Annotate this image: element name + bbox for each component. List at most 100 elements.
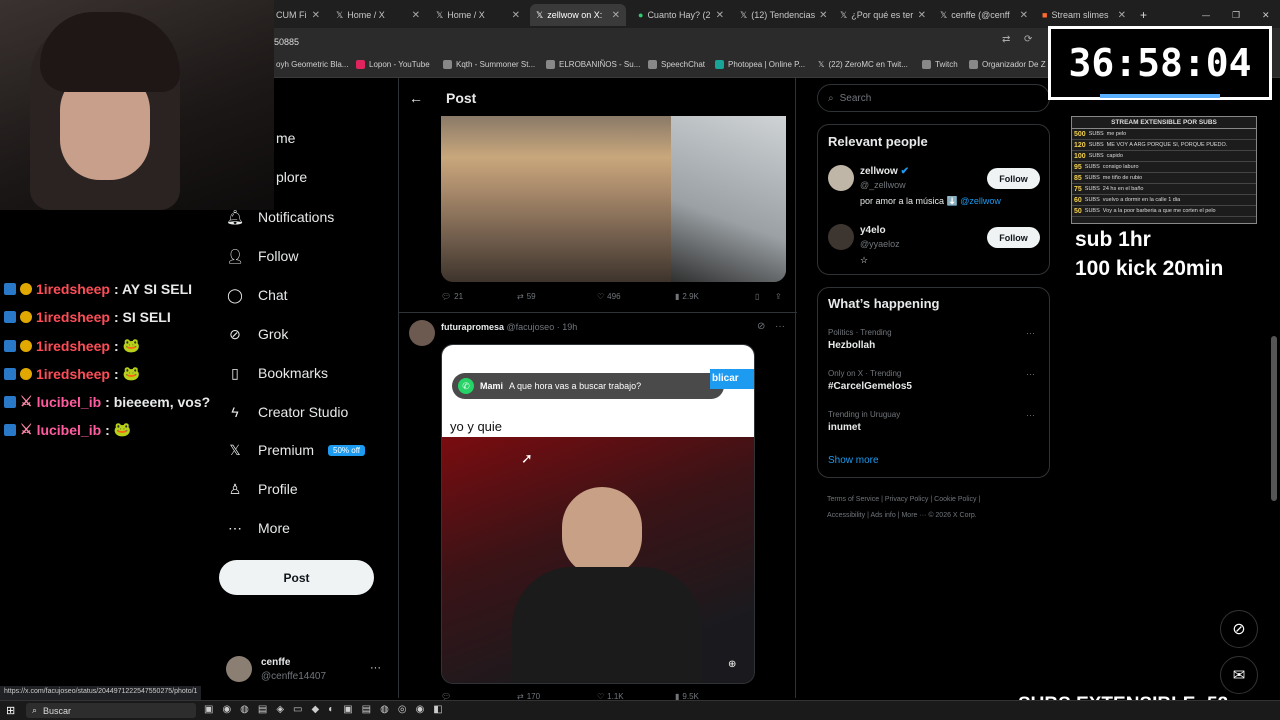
chat-message: 1iredsheep: 🐸 xyxy=(4,365,140,382)
avatar[interactable] xyxy=(226,656,252,682)
bookmark-item[interactable]: Photopea | Online P... xyxy=(715,60,805,69)
avatar[interactable] xyxy=(409,320,435,346)
bookmark-item[interactable]: 𝕏 (22) ZeroMC en Twit... xyxy=(818,60,908,69)
close-icon[interactable]: ✕ xyxy=(612,10,620,21)
show-more-link[interactable]: Show more xyxy=(828,455,879,466)
trend-item[interactable]: Politics · Trending Hezbollah xyxy=(828,328,892,351)
sword-icon: ⚔ xyxy=(20,393,33,409)
browser-tab[interactable]: CUM Fi ✕ xyxy=(270,4,326,26)
trend-more-icon[interactable]: ··· xyxy=(1026,410,1035,420)
trend-more-icon[interactable]: ··· xyxy=(1026,328,1035,338)
nav-creator-studio[interactable]: ϟ Creator Studio xyxy=(226,403,348,421)
person-name[interactable]: y4elo xyxy=(860,225,886,236)
bookmark-item[interactable]: Kqth - Summoner St... xyxy=(443,60,535,69)
minimize-icon[interactable]: — xyxy=(1196,4,1210,26)
trend-more-icon[interactable]: ··· xyxy=(1026,369,1035,379)
close-icon[interactable]: ✕ xyxy=(1118,10,1126,21)
close-icon[interactable]: ✕ xyxy=(918,10,926,21)
person-bio: por amor a la música ⬇️ @zellwow xyxy=(860,196,1001,207)
address-field[interactable]: 50885 xyxy=(268,33,1048,51)
nav-grok[interactable]: ⊘ Grok xyxy=(226,325,288,343)
avatar[interactable] xyxy=(828,165,854,191)
bookmark-item[interactable]: Lopon - YouTube xyxy=(356,60,430,69)
scrollbar[interactable] xyxy=(1271,336,1277,501)
reply-action[interactable]: 💬︎ 21 xyxy=(441,292,463,301)
grok-icon[interactable]: ⊘ xyxy=(1220,610,1258,648)
nav-notifications[interactable]: 🔔︎ Notifications xyxy=(226,208,334,226)
translate-icon[interactable]: ⇄ xyxy=(1002,34,1010,45)
account-more-icon[interactable]: ··· xyxy=(370,662,381,674)
close-icon[interactable]: ✕ xyxy=(512,10,520,21)
follow-button[interactable]: Follow xyxy=(987,227,1040,248)
nav-bookmarks[interactable]: ▯ Bookmarks xyxy=(226,364,328,382)
browser-tab[interactable]: 𝕏 Home / X ✕ xyxy=(330,4,426,26)
bookmark-item[interactable]: Twitch xyxy=(922,60,958,69)
nav-follow[interactable]: 👤︎ Follow xyxy=(226,247,298,265)
footer-link[interactable]: Terms of Service xyxy=(827,496,879,503)
search-input[interactable]: ⌕ Search xyxy=(817,84,1050,112)
close-icon[interactable]: ✕ xyxy=(716,10,724,21)
globe-icon xyxy=(969,60,978,69)
views-action[interactable]: ▮ 2.9K xyxy=(675,292,699,301)
grok-icon[interactable]: ⊘ xyxy=(757,321,765,332)
goal-subs: 100 xyxy=(1074,152,1086,160)
person-name[interactable]: zellwow ✔ xyxy=(860,166,909,177)
image-info-icon[interactable]: ⊕ xyxy=(728,659,736,670)
post-button[interactable]: Post xyxy=(219,560,374,595)
webcam-feed xyxy=(0,0,274,210)
maximize-icon[interactable]: ❐ xyxy=(1226,4,1240,26)
browser-tab[interactable]: ■ Stream slimes ✕ xyxy=(1036,4,1132,26)
share-icon[interactable]: ⇪ xyxy=(775,292,782,301)
cast-icon[interactable]: ⟳ xyxy=(1024,34,1032,45)
close-icon[interactable]: ✕ xyxy=(312,10,320,21)
repost-action[interactable]: ⇄ 59 xyxy=(517,292,536,301)
footer-link[interactable]: Cookie Policy xyxy=(934,496,976,503)
footer-link[interactable]: Privacy Policy xyxy=(885,496,929,503)
nav-explore[interactable]: plore xyxy=(276,169,307,185)
bookmark-label: Organizador De Z xyxy=(982,60,1046,69)
window-close-icon[interactable]: ✕ xyxy=(1256,4,1270,26)
new-tab-button[interactable]: + xyxy=(1134,4,1154,26)
like-action[interactable]: ♡ 496 xyxy=(597,292,621,301)
taskbar-search[interactable]: ⌕ Buscar xyxy=(26,703,196,718)
footer-link[interactable]: Accessibility xyxy=(827,512,865,519)
browser-tab[interactable]: 𝕏 Home / X ✕ xyxy=(430,4,526,26)
close-icon[interactable]: ✕ xyxy=(412,10,420,21)
nav-home[interactable]: me xyxy=(276,130,295,146)
notification-sender: Mami xyxy=(480,381,504,391)
post-media[interactable]: ✆ Mami A que hora vas a buscar trabajo? … xyxy=(441,344,755,684)
close-icon[interactable]: ✕ xyxy=(819,10,827,21)
nav-profile[interactable]: ♙ Profile xyxy=(226,480,298,498)
pepe-emote-icon: 🐸 xyxy=(122,337,141,353)
post-time: · 19h xyxy=(556,322,578,332)
bookmark-item[interactable]: SpeechChat xyxy=(648,60,705,69)
bookmark-item[interactable]: Organizador De Z xyxy=(969,60,1046,69)
nav-premium[interactable]: 𝕏 Premium 50% off xyxy=(226,441,365,459)
bookmark-item[interactable]: oyh Geometric Bla... xyxy=(276,60,348,69)
nav-chat[interactable]: ◯ Chat xyxy=(226,286,287,304)
footer-link[interactable]: More ··· xyxy=(901,512,926,519)
browser-tab[interactable]: 𝕏cenffe (@cenff ✕ xyxy=(934,4,1034,26)
author-handle[interactable]: @facujoseo xyxy=(507,322,555,332)
bookmark-icon[interactable]: ▯ xyxy=(755,292,759,301)
trend-item[interactable]: Trending in Uruguay inumet xyxy=(828,410,900,433)
post-more-icon[interactable]: ··· xyxy=(775,321,785,332)
footer-link[interactable]: Ads info xyxy=(870,512,895,519)
browser-tab-active[interactable]: 𝕏zellwow on X: ✕ xyxy=(530,4,626,26)
windows-start-icon[interactable]: ⊞ xyxy=(6,704,15,717)
bookmark-item[interactable]: ELROBANIÑOS - Su... xyxy=(546,60,640,69)
taskbar-app-icons[interactable]: ▣◉◍▤◈▭◆◐▣▤◍◎◉◧ xyxy=(204,704,452,715)
nav-more[interactable]: ⋯ More xyxy=(226,519,290,537)
trend-item[interactable]: Only on X · Trending #CarcelGemelos5 xyxy=(828,369,912,392)
browser-tab[interactable]: 𝕏 (12) Tendencias ✕ xyxy=(734,4,832,26)
post-image[interactable] xyxy=(441,116,786,282)
close-icon[interactable]: ✕ xyxy=(1020,10,1028,21)
author-name[interactable]: futurapromesa xyxy=(441,322,504,332)
browser-tab[interactable]: 𝕏 ¿Por qué es ter ✕ xyxy=(834,4,932,26)
avatar[interactable] xyxy=(828,224,854,250)
browser-tab[interactable]: ● Cuanto Hay? (2 ✕ xyxy=(632,4,730,26)
bio-link[interactable]: @zellwow xyxy=(960,196,1001,206)
follow-button[interactable]: Follow xyxy=(987,168,1040,189)
back-arrow-icon[interactable]: ← xyxy=(409,90,423,106)
messages-icon[interactable]: ✉ xyxy=(1220,656,1258,694)
